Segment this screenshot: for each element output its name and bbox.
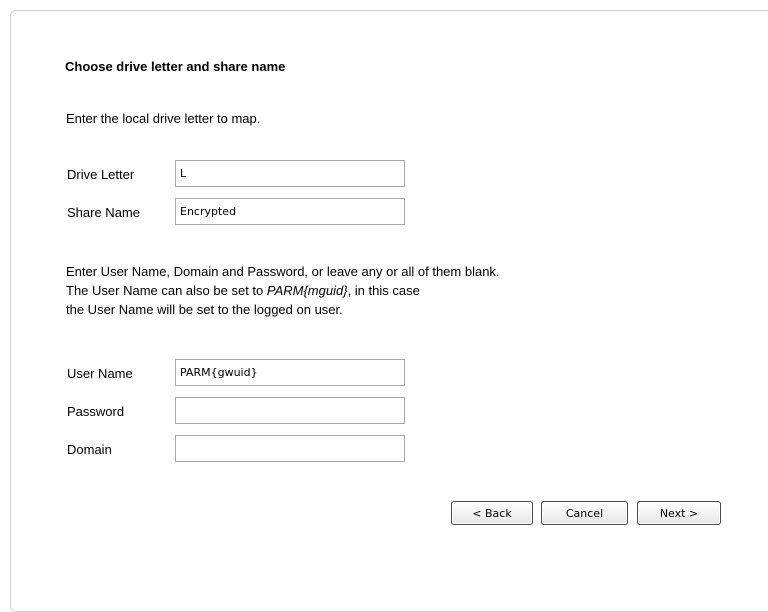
- line2-prefix: The User Name can also be set to: [66, 283, 267, 298]
- credentials-instructions-line2: The User Name can also be set to PARM{mg…: [66, 283, 420, 298]
- password-label: Password: [67, 404, 125, 419]
- share-name-input[interactable]: [175, 198, 405, 225]
- user-name-input[interactable]: [175, 359, 405, 386]
- credentials-instructions-line1: Enter User Name, Domain and Password, or…: [66, 264, 500, 279]
- cancel-button[interactable]: Cancel: [541, 501, 628, 525]
- page-title: Choose drive letter and share name: [65, 59, 286, 74]
- credentials-instructions-line3: the User Name will be set to the logged …: [66, 302, 343, 317]
- back-button[interactable]: < Back: [451, 501, 533, 525]
- drive-letter-input[interactable]: [175, 160, 405, 187]
- share-name-label: Share Name: [67, 205, 140, 220]
- drive-letter-label: Drive Letter: [67, 167, 135, 182]
- password-input[interactable]: [175, 397, 405, 424]
- mguid-placeholder: PARM{mguid}: [266, 283, 348, 298]
- next-button[interactable]: Next >: [637, 501, 721, 525]
- user-name-label: User Name: [67, 366, 133, 381]
- drive-instructions: Enter the local drive letter to map.: [66, 111, 261, 126]
- line2-suffix: , in this case: [347, 283, 420, 298]
- domain-label: Domain: [67, 442, 112, 457]
- domain-input[interactable]: [175, 435, 405, 462]
